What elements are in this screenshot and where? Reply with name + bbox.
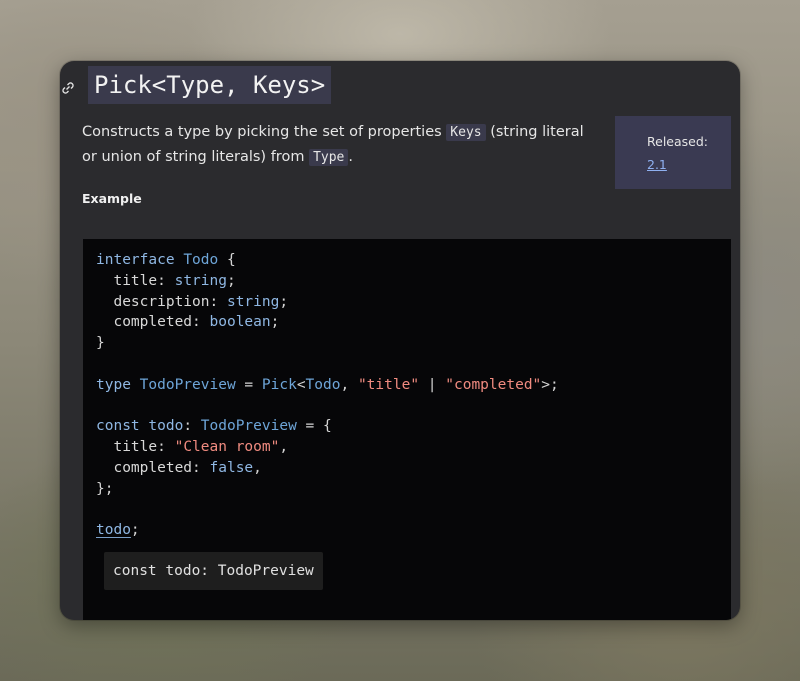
- inline-code-type: Type: [309, 149, 349, 166]
- code-token: string: [226, 293, 280, 310]
- example-heading: Example: [82, 191, 142, 206]
- code-token: ;: [130, 522, 140, 539]
- code-token: };: [96, 480, 114, 497]
- code-line: title: "Clean room",: [96, 439, 288, 455]
- code-token: string: [174, 272, 227, 289]
- code-line: completed: boolean;: [96, 314, 279, 330]
- code-token: TodoPreview: [200, 418, 297, 435]
- code-token: TodoPreview: [139, 376, 236, 393]
- code-token: ,: [253, 459, 262, 476]
- code-token: title: [113, 439, 158, 456]
- code-token: ,: [279, 439, 289, 456]
- code-line: const todo: TodoPreview = {: [96, 418, 332, 434]
- page-title: Pick<Type, Keys>: [88, 66, 332, 104]
- release-box: Released: 2.1: [615, 116, 731, 189]
- code-block: interface Todo { title: string; descript…: [83, 239, 731, 620]
- description-text: .: [348, 149, 353, 165]
- description-text: Constructs a type by picking the set of …: [82, 124, 447, 140]
- code-token: >;: [541, 376, 559, 393]
- code-line: };: [96, 481, 113, 497]
- code-token: title: [113, 272, 158, 289]
- code-line: interface Todo {: [96, 252, 236, 268]
- release-version-link[interactable]: 2.1: [647, 157, 667, 172]
- code-line: todo;: [96, 522, 140, 538]
- code-token: todo: [148, 418, 184, 435]
- code-token: interface: [96, 252, 175, 268]
- code-token: |: [419, 376, 446, 393]
- code-token: :: [183, 418, 201, 435]
- code-token: "title": [357, 376, 420, 393]
- code-token: boolean: [209, 314, 271, 331]
- code-token: completed: [113, 459, 193, 476]
- inline-code-keys: Keys: [446, 124, 486, 141]
- code-token: {: [218, 252, 236, 268]
- code-line: description: string;: [96, 294, 288, 310]
- code-token: Todo: [183, 252, 219, 268]
- code-token: :: [192, 459, 210, 476]
- code-token: false: [209, 459, 254, 476]
- link-icon[interactable]: [60, 80, 76, 96]
- code-token: description: [113, 293, 210, 310]
- code-token: =: [235, 376, 262, 393]
- code-token: const: [96, 418, 140, 435]
- description: Constructs a type by picking the set of …: [82, 120, 602, 170]
- code-token[interactable]: todo: [96, 522, 131, 538]
- code-token: = {: [296, 418, 332, 435]
- code-token: }: [96, 335, 105, 352]
- code-line: }: [96, 335, 105, 351]
- code-token: ;: [279, 293, 289, 310]
- code-token: completed: [113, 314, 193, 331]
- docs-card: Pick<Type, Keys> Constructs a type by pi…: [60, 61, 740, 620]
- released-label: Released:: [647, 134, 708, 149]
- code-token: "Clean room": [174, 439, 280, 456]
- code-token: <: [296, 376, 306, 393]
- code-token: :: [209, 293, 227, 310]
- code-token: ;: [270, 314, 280, 331]
- code-token: :: [192, 314, 210, 331]
- hover-tooltip: const todo: TodoPreview: [104, 552, 323, 590]
- code-token: :: [157, 272, 175, 289]
- code-token: type: [96, 376, 131, 393]
- code-token: "completed": [445, 376, 542, 393]
- code-token: ,: [340, 376, 358, 393]
- code-line: title: string;: [96, 272, 236, 289]
- code-token: ;: [226, 272, 236, 289]
- code-token: :: [157, 439, 175, 456]
- code-line: type TodoPreview = Pick<Todo, "title" | …: [96, 377, 559, 393]
- code-content: interface Todo { title: string; descript…: [96, 250, 559, 541]
- code-line: completed: false,: [96, 459, 262, 476]
- code-token: Pick: [261, 376, 297, 393]
- code-token: Todo: [305, 376, 341, 393]
